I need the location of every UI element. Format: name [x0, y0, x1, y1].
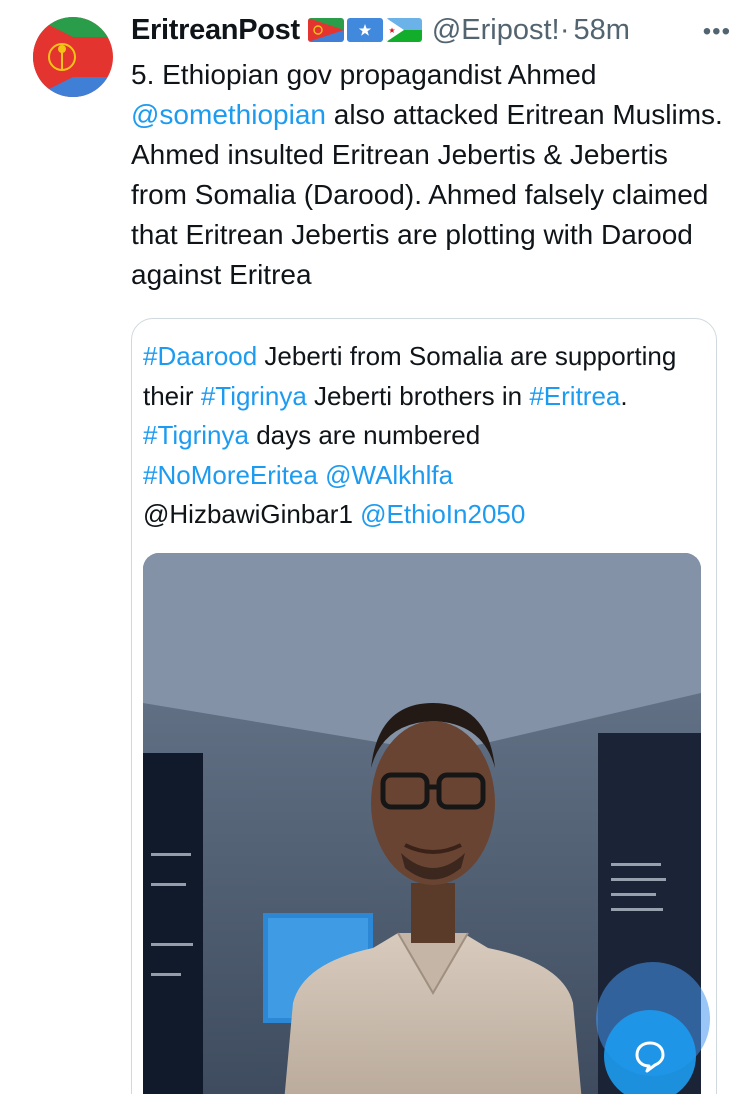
quote-text-segment: Jeberti brothers in: [306, 380, 530, 411]
hashtag-link[interactable]: #Tigrinya: [143, 420, 249, 450]
mention-link[interactable]: @WAlkhlfa: [325, 460, 453, 490]
tweet-text: 5. Ethiopian gov propagandist Ahmed @som…: [131, 55, 731, 295]
quote-text-segment: [318, 460, 325, 490]
quote-text-segment: .: [620, 380, 628, 411]
hashtag-link[interactable]: #Tigrinya: [201, 381, 307, 411]
tweet-header: EritreanPost @Eripost! · 58m •••: [131, 10, 731, 50]
author-handle[interactable]: @Eripost!: [432, 14, 560, 47]
mention-link[interactable]: @somethiopian: [131, 99, 326, 130]
avatar[interactable]: [33, 17, 113, 97]
hashtag-link[interactable]: #Daarood: [143, 341, 257, 371]
quote-text-segment: days are numbered: [248, 420, 481, 450]
timestamp[interactable]: 58m: [574, 14, 630, 47]
compose-message-icon: [635, 1041, 665, 1073]
separator-dot: ·: [559, 13, 570, 46]
somalia-flag-icon: [346, 18, 383, 42]
hashtag-link[interactable]: #Eritrea: [529, 381, 620, 411]
eritrea-flag-icon: [307, 18, 344, 42]
author-display-name[interactable]: EritreanPost: [131, 14, 300, 47]
quoted-tweet-text: #Daarood Jeberti from Somalia are suppor…: [143, 337, 713, 535]
more-icon[interactable]: •••: [703, 18, 731, 46]
hashtag-link[interactable]: #NoMoreEritea: [143, 460, 318, 490]
djibouti-flag-icon: [385, 18, 422, 42]
tweet-text-segment: 5. Ethiopian gov propagandist Ahmed: [131, 59, 597, 90]
mention-plain[interactable]: @HizbawiGinbar1: [143, 499, 353, 529]
flag-emojis: [307, 18, 422, 42]
compose-message-button[interactable]: [604, 1010, 696, 1094]
eritrea-emblem-avatar-icon: [33, 17, 113, 97]
mention-link[interactable]: @EthioIn2050: [360, 499, 525, 529]
